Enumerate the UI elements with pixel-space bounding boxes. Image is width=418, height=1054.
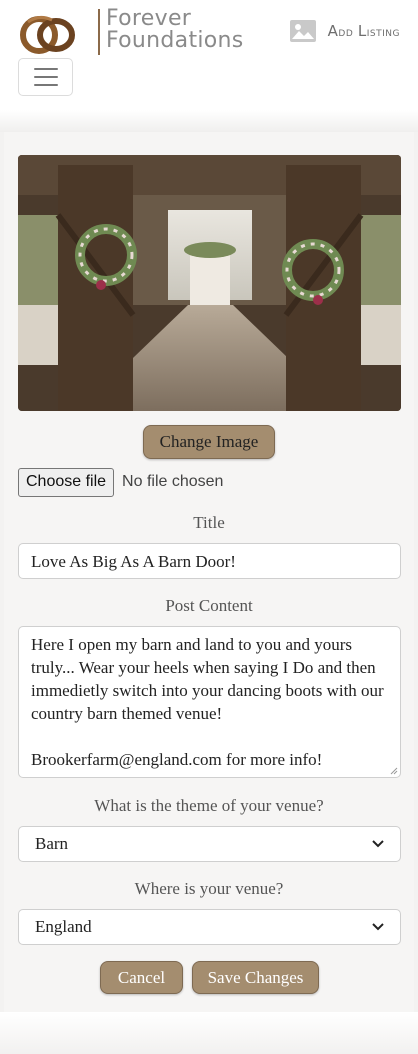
cancel-button[interactable]: Cancel bbox=[100, 961, 183, 994]
theme-selected-value: Barn bbox=[35, 834, 69, 853]
brand-logo[interactable]: Forever Foundations bbox=[18, 8, 258, 58]
brand-line-1: Forever bbox=[106, 6, 192, 31]
file-input[interactable]: Choose file No file chosen bbox=[18, 467, 223, 497]
chevron-down-icon bbox=[372, 840, 384, 848]
save-changes-button[interactable]: Save Changes bbox=[192, 961, 319, 994]
post-content-textarea[interactable]: Here I open my barn and land to you and … bbox=[18, 626, 401, 778]
menu-toggle-button[interactable] bbox=[18, 58, 73, 96]
title-input[interactable]: Love As Big As A Barn Door! bbox=[18, 543, 401, 579]
theme-select[interactable]: Barn bbox=[18, 826, 401, 862]
listing-photo bbox=[18, 155, 401, 411]
brand-line-2: Foundations bbox=[106, 28, 244, 53]
site-header: Forever Foundations Add Listing bbox=[0, 0, 418, 110]
add-listing-label-cap-2: L bbox=[357, 22, 367, 40]
change-image-button[interactable]: Change Image bbox=[143, 425, 275, 459]
location-selected-value: England bbox=[35, 917, 92, 936]
add-listing-label-part-2: isting bbox=[366, 25, 400, 40]
hamburger-line bbox=[33, 76, 58, 78]
post-content-label: Post Content bbox=[165, 596, 253, 615]
wedding-rings-icon bbox=[20, 15, 75, 54]
add-listing-label-cap: A bbox=[327, 22, 339, 40]
choose-file-button[interactable]: Choose file bbox=[18, 467, 115, 497]
hamburger-menu-icon bbox=[33, 68, 58, 70]
image-icon bbox=[289, 20, 316, 42]
location-label: Where is your venue? bbox=[134, 879, 284, 898]
hamburger-line bbox=[33, 84, 58, 86]
file-status-text: No file chosen bbox=[122, 473, 224, 490]
add-listing-link[interactable]: Add Listing bbox=[289, 20, 400, 42]
add-listing-label-part: dd bbox=[338, 25, 358, 40]
logo-divider bbox=[98, 9, 100, 55]
header-shadow bbox=[0, 110, 418, 132]
brand-name: Forever Foundations bbox=[106, 8, 271, 52]
post-content-text: Here I open my barn and land to you and … bbox=[31, 635, 384, 769]
barn-venue-image bbox=[18, 155, 401, 411]
chevron-down-icon bbox=[372, 923, 384, 931]
title-label: Title bbox=[193, 513, 225, 532]
add-listing-label: Add Listing bbox=[328, 22, 400, 40]
location-select[interactable]: England bbox=[18, 909, 401, 945]
resize-handle-icon[interactable] bbox=[390, 767, 398, 775]
footer-band bbox=[0, 1012, 418, 1054]
theme-label: What is the theme of your venue? bbox=[94, 796, 324, 815]
